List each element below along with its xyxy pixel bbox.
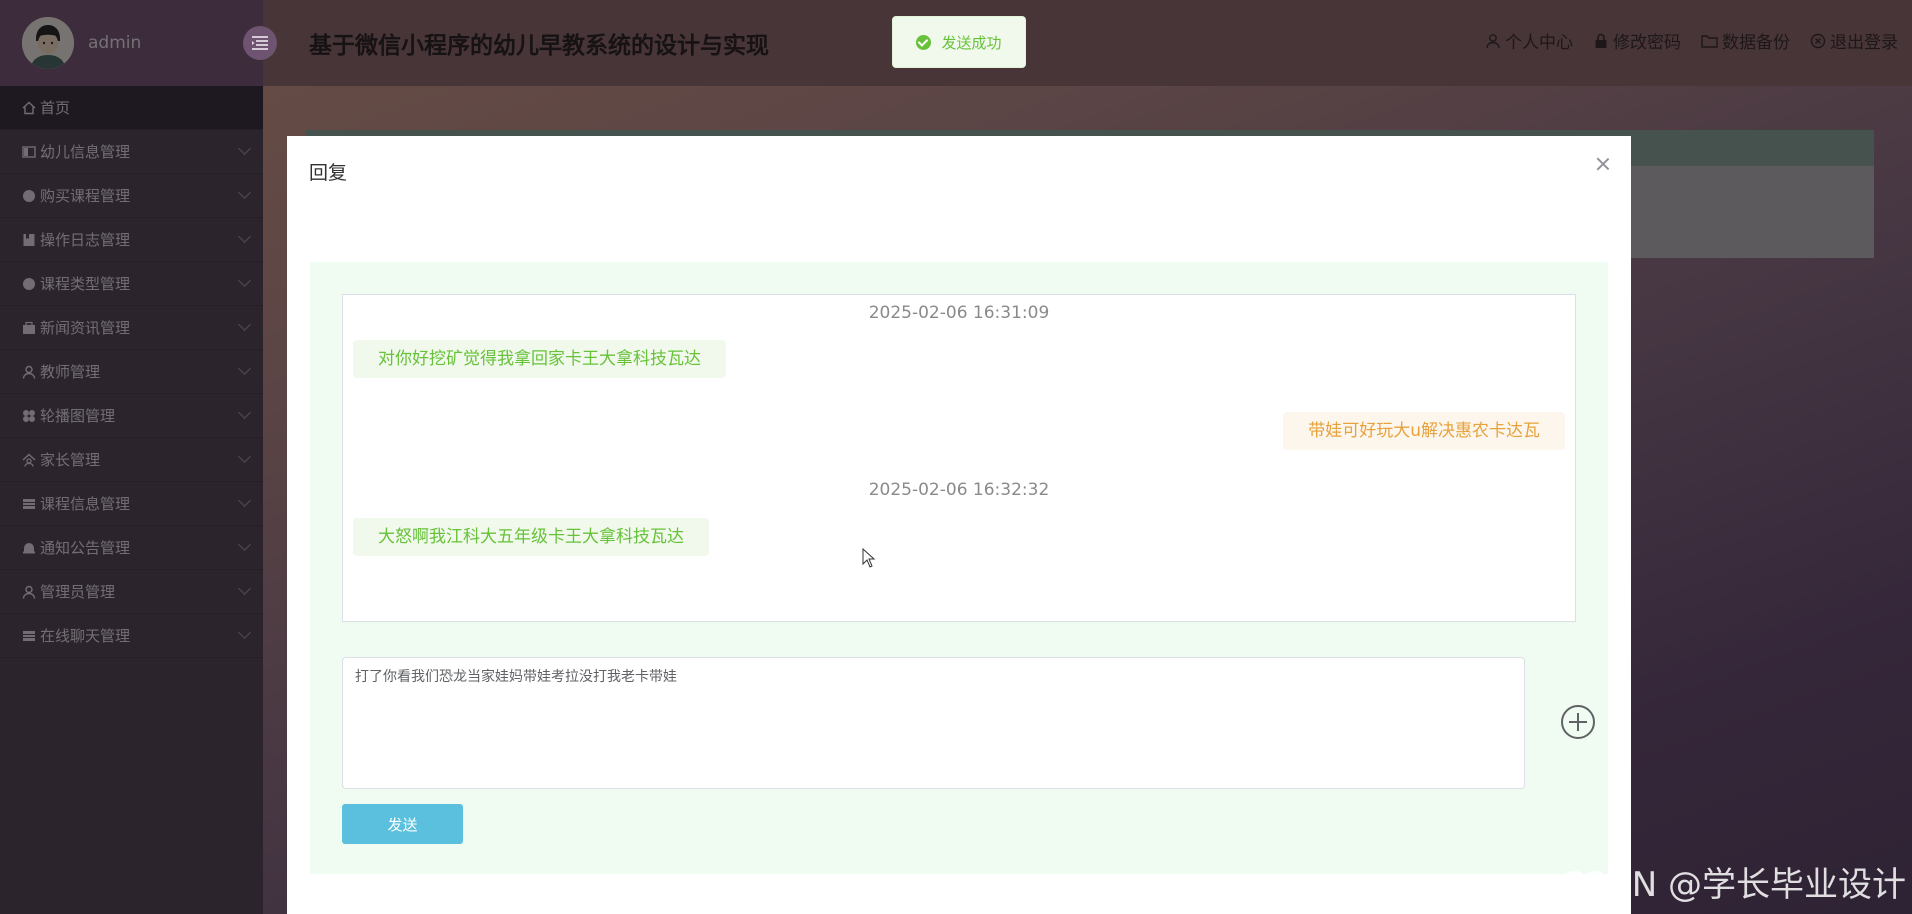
- check-circle-icon: [916, 34, 932, 50]
- hamburger-icon: [252, 36, 268, 50]
- message-timestamp: 2025-02-06 16:32:32: [868, 480, 1050, 500]
- watermark: CSDN @学长毕业设计: [1560, 865, 1906, 905]
- success-toast: 发送成功: [892, 16, 1026, 68]
- message-bubble-left: 大怒啊我江科大五年级卡王大拿科技瓦达: [353, 518, 709, 556]
- add-circle-icon[interactable]: [1560, 704, 1596, 740]
- send-button[interactable]: 发送: [342, 804, 463, 844]
- collapse-menu-button[interactable]: [243, 26, 277, 60]
- message-timestamp: 2025-02-06 16:31:09: [868, 303, 1050, 323]
- reply-textarea[interactable]: 打了你看我们恐龙当家娃妈带娃考拉没打我老卡带娃: [342, 657, 1525, 789]
- message-bubble-right: 带娃可好玩大u解决惠农卡达瓦: [1283, 412, 1565, 450]
- close-icon[interactable]: [1595, 156, 1611, 172]
- message-bubble-left: 对你好挖矿觉得我拿回家卡王大拿科技瓦达: [353, 340, 726, 378]
- dialog-title: 回复: [309, 162, 348, 184]
- chat-area: 2025-02-06 16:31:09 对你好挖矿觉得我拿回家卡王大拿科技瓦达 …: [310, 262, 1608, 874]
- mouse-cursor-icon: [862, 548, 876, 568]
- toast-message: 发送成功: [941, 33, 1002, 52]
- message-list[interactable]: 2025-02-06 16:31:09 对你好挖矿觉得我拿回家卡王大拿科技瓦达 …: [342, 294, 1576, 622]
- reply-dialog: 回复 2025-02-06 16:31:09 对你好挖矿觉得我拿回家卡王大拿科技…: [287, 136, 1631, 914]
